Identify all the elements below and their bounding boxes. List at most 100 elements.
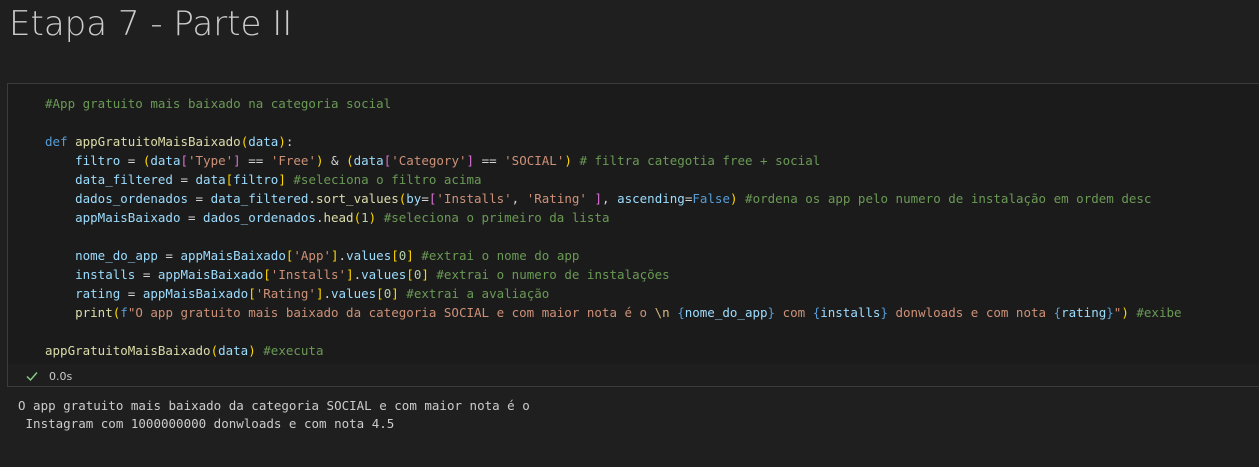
code-line[interactable]: appMaisBaixado = dados_ordenados.head(1)… <box>45 208 1182 227</box>
code-line[interactable]: data_filtered = data[filtro] #seleciona … <box>45 170 1182 189</box>
code-token: nome_do_app <box>684 305 768 320</box>
code-line[interactable]: filtro = (data['Type'] == 'Free') & (dat… <box>45 151 1182 170</box>
code-token: appGratuitoMaisBaixado <box>75 134 241 149</box>
code-token: = <box>120 286 143 301</box>
code-token: ] <box>466 153 475 168</box>
code-line[interactable]: #App gratuito mais baixado na categoria … <box>45 94 1182 113</box>
markdown-heading: Etapa 7 - Parte II <box>9 4 293 44</box>
code-token: ] <box>391 286 399 301</box>
code-token: = <box>135 267 158 282</box>
code-token: nome_do_app <box>75 248 158 263</box>
code-line[interactable]: dados_ordenados = data_filtered.sort_val… <box>45 189 1182 208</box>
code-token: installs <box>75 267 136 282</box>
code-token: 'App' <box>293 248 332 263</box>
code-cell[interactable]: #App gratuito mais baixado na categoria … <box>7 83 1259 387</box>
code-token: donwloads e com nota <box>887 305 1054 320</box>
code-token: filtro <box>75 153 121 168</box>
code-token: #seleciona o primeiro da lista <box>383 210 610 225</box>
code-token: f <box>120 305 128 320</box>
code-token: } <box>880 305 888 320</box>
code-token: == <box>474 153 505 168</box>
code-token: \n <box>654 305 670 320</box>
code-token: 'Installs' <box>436 191 512 206</box>
code-token: ] <box>406 248 414 263</box>
code-token: ] <box>233 153 241 168</box>
code-token: data_filtered <box>75 172 173 187</box>
code-token: = <box>421 191 429 206</box>
execution-duration: 0.0s <box>49 369 73 383</box>
code-line[interactable]: appGratuitoMaisBaixado(data) #executa <box>45 341 1182 360</box>
code-token: ) <box>278 134 286 149</box>
code-token: data <box>248 134 279 149</box>
check-icon <box>26 372 38 382</box>
code-token: 'Category' <box>391 153 467 168</box>
code-token: rating <box>1061 305 1107 320</box>
code-token: ) <box>564 153 572 168</box>
code-token: : <box>285 134 294 149</box>
code-token: 1 <box>361 210 369 225</box>
code-token: dados_ordenados <box>75 191 188 206</box>
code-token: ] <box>594 191 603 206</box>
code-line[interactable] <box>45 322 1182 341</box>
code-token: values <box>331 286 377 301</box>
code-token: #ordena os app pelo numero de instalação… <box>745 191 1152 206</box>
code-token: [ <box>406 267 414 282</box>
code-token: filtro <box>233 172 279 187</box>
code-token: ascending <box>617 191 685 206</box>
code-token: ( <box>346 153 354 168</box>
code-token: ( <box>353 210 362 225</box>
code-token: data <box>150 153 181 168</box>
code-token: #executa <box>263 343 324 358</box>
code-token: { <box>677 305 685 320</box>
code-token: [ <box>180 153 189 168</box>
code-token: appGratuitoMaisBaixado <box>45 343 211 358</box>
code-line[interactable]: print(f"O app gratuito mais baixado da c… <box>45 303 1181 322</box>
code-block[interactable]: #App gratuito mais baixado na categoria … <box>45 94 1182 360</box>
code-token: 'Type' <box>188 153 234 168</box>
code-token: ) <box>248 343 256 358</box>
code-token: [ <box>376 286 384 301</box>
code-token: print <box>75 305 113 320</box>
code-token: #seleciona o filtro acima <box>293 172 482 187</box>
code-token: appMaisBaixado <box>157 267 264 282</box>
code-token: ] <box>421 267 429 282</box>
code-token: = <box>157 248 181 263</box>
code-token: } <box>1106 305 1114 320</box>
code-token: ) <box>315 153 324 168</box>
code-token: = <box>120 153 143 168</box>
code-line[interactable]: installs = appMaisBaixado['Installs'].va… <box>45 265 1182 284</box>
code-line[interactable] <box>45 227 1182 246</box>
code-token: . <box>338 248 347 263</box>
code-editor[interactable]: #App gratuito mais baixado na categoria … <box>8 84 1259 364</box>
code-token: == <box>240 153 271 168</box>
code-line[interactable] <box>45 113 1182 132</box>
code-token: = <box>180 210 204 225</box>
code-token: . <box>323 286 332 301</box>
code-token: 'Installs' <box>270 267 347 282</box>
code-token: ] <box>331 248 339 263</box>
code-token: , <box>602 191 618 206</box>
code-token: def <box>45 134 76 149</box>
code-token: appMaisBaixado <box>142 286 249 301</box>
code-token: = <box>172 172 196 187</box>
cell-output: O app gratuito mais baixado da categoria… <box>18 398 530 431</box>
code-line[interactable]: nome_do_app = appMaisBaixado ['App'].valu… <box>45 246 1182 265</box>
code-token: ( <box>210 343 219 358</box>
code-token: ) <box>1121 305 1129 320</box>
code-token: . <box>353 267 362 282</box>
code-line[interactable]: rating = appMaisBaixado['Rating'].values… <box>45 284 1182 303</box>
code-line[interactable]: def appGratuitoMaisBaixado(data): <box>45 132 1182 151</box>
code-token: data <box>195 172 226 187</box>
code-token: #extrai a avaliação <box>406 286 550 301</box>
code-token: #App gratuito mais baixado na categoria … <box>45 96 392 111</box>
code-token: #extrai o numero de instalações <box>436 267 670 282</box>
code-token: 'SOCIAL' <box>504 153 565 168</box>
code-token: head <box>323 210 354 225</box>
